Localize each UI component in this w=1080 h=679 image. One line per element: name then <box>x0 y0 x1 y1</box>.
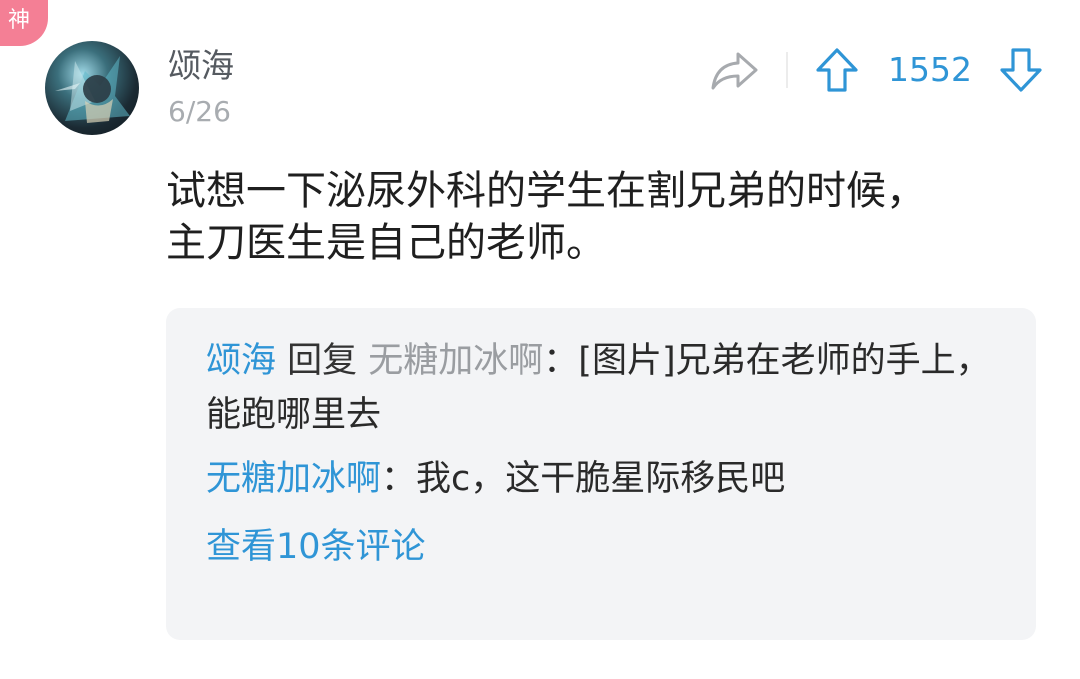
comment-body-line-2: 主刀医生是自己的老师。 <box>166 220 606 266</box>
vote-count: 1552 <box>888 50 972 89</box>
comment-body-line-1: 试想一下泌尿外科的学生在割兄弟的时候， <box>166 168 926 214</box>
reply-verb: 回复 <box>276 341 369 381</box>
reply-item[interactable]: 无糖加冰啊：我c，这干脆星际移民吧 <box>206 452 996 506</box>
reply-text: ：我c，这干脆星际移民吧 <box>381 459 786 499</box>
downvote-button[interactable] <box>998 46 1044 94</box>
reply-author[interactable]: 无糖加冰啊 <box>206 459 381 499</box>
reply-target[interactable]: 无糖加冰啊 <box>368 341 543 381</box>
arrow-up-icon <box>816 48 858 92</box>
username[interactable]: 颂海 <box>168 44 234 88</box>
share-icon <box>711 52 758 90</box>
divider <box>786 52 788 88</box>
replies-panel: 颂海 回复 无糖加冰啊：[图片]兄弟在老师的手上，能跑哪里去 无糖加冰啊：我c，… <box>166 308 1036 640</box>
upvote-button[interactable] <box>814 46 860 94</box>
comment-date: 6/26 <box>168 95 231 128</box>
view-more-comments-link[interactable]: 查看10条评论 <box>206 520 426 574</box>
avatar-image <box>55 56 130 123</box>
avatar[interactable] <box>45 41 139 135</box>
reply-item[interactable]: 颂海 回复 无糖加冰啊：[图片]兄弟在老师的手上，能跑哪里去 <box>206 334 996 442</box>
reply-author[interactable]: 颂海 <box>206 341 276 381</box>
arrow-down-icon <box>1000 48 1042 92</box>
badge-tag: 神 <box>0 0 48 46</box>
share-button[interactable] <box>708 46 760 94</box>
comment-body: 试想一下泌尿外科的学生在割兄弟的时候， 主刀医生是自己的老师。 <box>166 165 1036 269</box>
